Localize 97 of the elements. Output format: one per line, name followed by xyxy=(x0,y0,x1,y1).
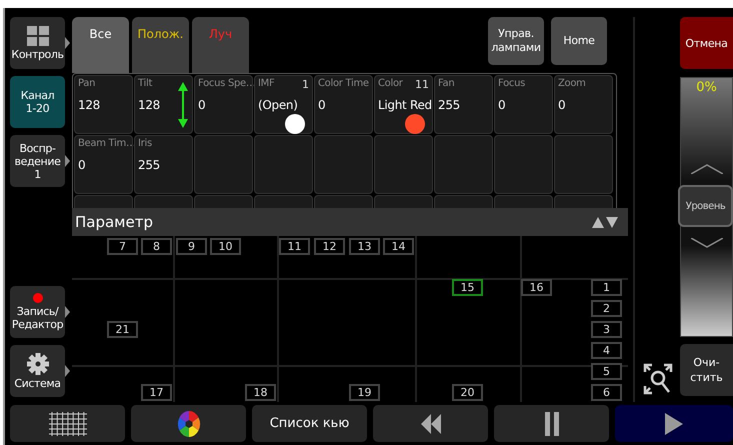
fixture-box[interactable]: 20 xyxy=(452,384,483,401)
fixture-box[interactable]: 16 xyxy=(521,279,552,296)
parameter-label: Beam Tim… xyxy=(78,138,136,149)
fixture-control-button[interactable]: Управ. лампами xyxy=(488,17,544,65)
fixture-box[interactable]: 15 xyxy=(452,279,483,296)
parameter-label: Color xyxy=(378,78,403,89)
parameter-value: 255 xyxy=(138,158,160,172)
sidebar-button[interactable]: Система xyxy=(10,345,65,397)
parameter-cell[interactable] xyxy=(434,135,493,194)
parameter-cell[interactable]: Tilt 128 xyxy=(134,75,193,134)
sidebar-button[interactable]: Воспр- ведение 1 xyxy=(10,135,65,187)
grid-icon xyxy=(26,26,48,46)
up-chevron-icon[interactable] xyxy=(691,164,723,174)
color-wheel-icon xyxy=(176,410,200,438)
parameter-number: 1 xyxy=(302,78,309,91)
fixture-box[interactable]: 13 xyxy=(349,238,380,255)
parameter-label: Tilt xyxy=(138,78,152,89)
gear-icon xyxy=(26,352,48,374)
pause-button[interactable] xyxy=(494,405,609,442)
sidebar-button[interactable]: Контроль xyxy=(10,17,65,69)
fixture-box[interactable]: 6 xyxy=(591,384,622,401)
parameter-value: 0 xyxy=(558,98,566,112)
parameter-cell[interactable]: Focus 0 xyxy=(494,75,553,134)
parameter-cell[interactable]: Iris 255 xyxy=(134,135,193,194)
parameter-label: Fan xyxy=(438,78,454,89)
parameter-value: 0 xyxy=(78,158,86,172)
parameter-cell[interactable] xyxy=(374,135,433,194)
tab[interactable]: Полож. xyxy=(132,17,189,73)
clear-button[interactable]: Очи- стить xyxy=(680,344,733,396)
fixture-box[interactable]: 17 xyxy=(141,384,172,401)
parameter-cell[interactable] xyxy=(554,135,613,194)
parameter-value: 0 xyxy=(498,98,506,112)
sort-arrows-icon[interactable] xyxy=(592,216,618,228)
parameter-cell[interactable]: Zoom 0 xyxy=(554,75,613,134)
down-chevron-icon[interactable] xyxy=(691,238,723,248)
rewind-button[interactable] xyxy=(373,405,488,442)
parameter-cell[interactable]: Color 11 Light Red xyxy=(374,75,433,134)
fixture-box[interactable]: 14 xyxy=(383,238,414,255)
vertical-arrow-icon xyxy=(178,82,188,128)
parameter-cell[interactable] xyxy=(314,135,373,194)
grid-button[interactable] xyxy=(10,405,125,442)
fixture-box[interactable]: 5 xyxy=(591,363,622,380)
parameter-cell[interactable]: Focus Spe… 0 xyxy=(194,75,253,134)
parameter-cell[interactable] xyxy=(194,135,253,194)
parameter-value: 128 xyxy=(78,98,100,112)
sidebar-button[interactable]: Канал 1-20 xyxy=(10,76,65,128)
sidebar-button[interactable]: Запись/ Редактор xyxy=(10,286,65,338)
play-icon xyxy=(665,412,683,434)
parameter-value: Light Red xyxy=(378,98,432,112)
fixture-box[interactable]: 18 xyxy=(245,384,276,401)
cancel-button[interactable]: Отмена xyxy=(680,17,733,69)
parameter-cell[interactable]: Pan 128 xyxy=(74,75,133,134)
parameter-cell[interactable] xyxy=(254,135,313,194)
level-fader[interactable]: 0% Уровень xyxy=(680,77,733,337)
pause-icon xyxy=(544,412,558,436)
cue-list-button[interactable]: Список кью xyxy=(252,405,367,442)
parameter-label: Color Time xyxy=(318,78,369,89)
fader-handle[interactable]: Уровень xyxy=(678,185,733,227)
zoom-fit-icon[interactable] xyxy=(642,363,672,395)
parameter-cell[interactable]: Fan 255 xyxy=(434,75,493,134)
fixture-box[interactable]: 4 xyxy=(591,342,622,359)
parameter-value: 255 xyxy=(438,98,460,112)
fader-reading: 0% xyxy=(696,80,717,95)
record-indicator-icon xyxy=(32,293,42,303)
parameter-label: Focus xyxy=(498,78,526,89)
fixture-box[interactable]: 10 xyxy=(210,238,241,255)
parameter-cell[interactable]: IMF 1 (Open) xyxy=(254,75,313,134)
rewind-icon xyxy=(420,412,442,434)
fixture-box[interactable]: 21 xyxy=(107,321,138,338)
fixture-box[interactable]: 7 xyxy=(107,238,138,255)
parameter-number: 11 xyxy=(415,78,429,91)
parameter-value: 0 xyxy=(318,98,326,112)
home-button[interactable]: Home xyxy=(551,17,607,65)
fixture-box[interactable]: 2 xyxy=(591,300,622,317)
parameter-label: Focus Spe… xyxy=(198,78,256,89)
parameter-cell[interactable]: Color Time 0 xyxy=(314,75,373,134)
parameter-cell[interactable] xyxy=(494,135,553,194)
fixture-box[interactable]: 12 xyxy=(314,238,345,255)
fixture-box[interactable]: 11 xyxy=(279,238,310,255)
fixture-box[interactable]: 8 xyxy=(141,238,172,255)
grid-icon xyxy=(48,410,88,436)
parameter-value: 0 xyxy=(198,98,206,112)
parameter-value: (Open) xyxy=(258,98,298,112)
parameter-cell[interactable]: Beam Tim… 0 xyxy=(74,135,133,194)
tab[interactable]: Все xyxy=(72,17,129,73)
fixture-box[interactable]: 9 xyxy=(176,238,207,255)
parameter-label: Zoom xyxy=(558,78,586,89)
parameter-label: Iris xyxy=(138,138,152,149)
fixture-box[interactable]: 3 xyxy=(591,321,622,338)
play-button[interactable] xyxy=(615,405,733,442)
fixture-box[interactable]: 1 xyxy=(591,279,622,296)
parameter-title: Параметр xyxy=(75,213,153,231)
parameter-label: IMF xyxy=(258,78,274,89)
fixture-box[interactable]: 19 xyxy=(349,384,380,401)
parameter-value: 128 xyxy=(138,98,160,112)
parameter-label: Pan xyxy=(78,78,96,89)
wheel-button[interactable] xyxy=(131,405,246,442)
